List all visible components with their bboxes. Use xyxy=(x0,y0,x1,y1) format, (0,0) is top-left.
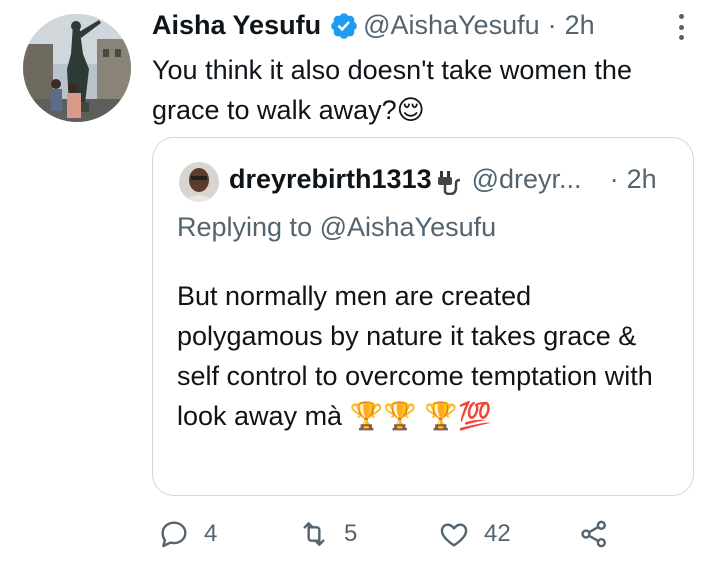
quoted-separator-dot: · xyxy=(609,164,619,194)
quoted-avatar-photo xyxy=(179,162,219,202)
retweet-icon xyxy=(303,522,325,546)
replying-to-line: Replying to @AishaYesufu xyxy=(177,212,496,243)
tweet-header: Aisha Yesufu @AishaYesufu · 2h xyxy=(152,10,595,41)
replying-to-label: Replying to xyxy=(177,212,313,242)
share-icon xyxy=(581,520,606,548)
verified-badge-icon xyxy=(329,11,359,41)
tweet-actions-bar: 4 5 42 xyxy=(158,518,618,558)
avatar-photo xyxy=(23,14,131,122)
author-handle[interactable]: @AishaYesufu xyxy=(363,10,540,41)
share-button[interactable] xyxy=(578,518,610,550)
quoted-author-handle[interactable]: @dreyr... xyxy=(472,164,582,195)
reply-count: 4 xyxy=(204,520,218,547)
electric-plug-icon xyxy=(434,165,464,195)
quoted-author-name[interactable]: dreyrebirth1313 xyxy=(229,164,432,195)
tweet-text: You think it also doesn't take women the… xyxy=(152,50,672,130)
retweet-button[interactable]: 5 xyxy=(298,518,357,550)
relieved-face-emoji: 😌 xyxy=(396,95,425,125)
reply-button[interactable]: 4 xyxy=(158,518,217,550)
replying-to-mention[interactable]: @AishaYesufu xyxy=(320,212,497,242)
quoted-tweet-timestamp[interactable]: 2h xyxy=(627,164,657,195)
separator-dot: · xyxy=(547,10,557,40)
like-count: 42 xyxy=(484,520,511,547)
author-avatar[interactable] xyxy=(23,14,131,122)
retweet-count: 5 xyxy=(344,520,358,547)
tweet-body: You think it also doesn't take women the… xyxy=(152,55,632,125)
more-options-icon[interactable] xyxy=(676,14,686,40)
tweet-timestamp[interactable]: 2h xyxy=(565,10,595,41)
quoted-author-avatar[interactable] xyxy=(179,162,219,202)
trophy-hundred-emoji: 🏆🏆 🏆💯 xyxy=(349,401,492,431)
quoted-tweet-card[interactable]: dreyrebirth1313 @dreyr... · 2h Replying … xyxy=(152,137,694,496)
quoted-tweet-text: But normally men are created polygamous … xyxy=(177,276,677,436)
like-button[interactable]: 42 xyxy=(438,518,511,550)
reply-icon xyxy=(161,521,187,548)
author-name[interactable]: Aisha Yesufu xyxy=(152,10,321,41)
heart-icon xyxy=(440,523,468,547)
quoted-tweet-header: dreyrebirth1313 @dreyr... · 2h xyxy=(229,164,657,195)
